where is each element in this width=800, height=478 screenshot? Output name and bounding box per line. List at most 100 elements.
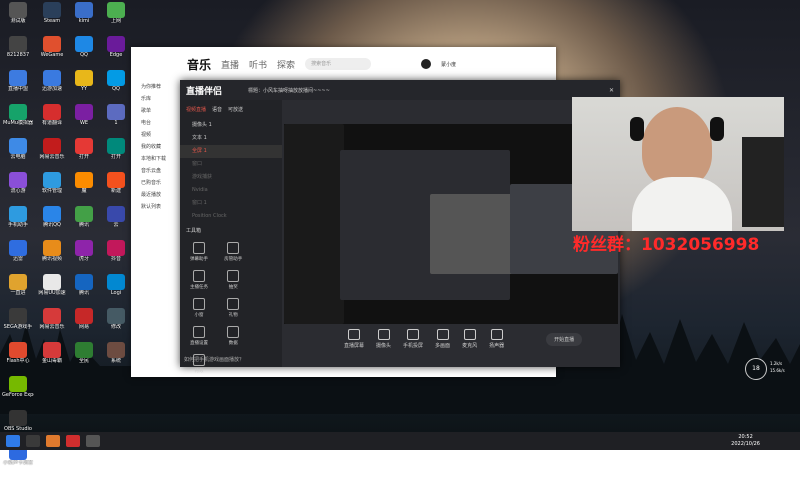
camera-button[interactable]: 摄像头 (376, 329, 391, 349)
start-button[interactable] (6, 435, 20, 447)
sidebar-item[interactable]: 我的收藏 (131, 141, 179, 153)
multi-view-button[interactable]: 多画面 (435, 329, 450, 349)
desktop-icon[interactable]: 新建 (100, 172, 132, 202)
tool-button[interactable]: 主播任务 (184, 270, 214, 290)
start-live-button[interactable]: 开始直播 (546, 332, 583, 346)
tab-video[interactable]: 视频直播 (186, 106, 206, 113)
desktop-icon[interactable]: 网易UU加速 (36, 274, 68, 304)
desktop-icon[interactable]: 云 (100, 206, 132, 236)
music-tab[interactable]: 直播 (221, 58, 239, 71)
music-tab[interactable]: 探索 (277, 58, 295, 71)
desktop-icon[interactable]: kimi (68, 2, 100, 32)
desktop-icon[interactable]: QQ (68, 36, 100, 66)
desktop-icon[interactable]: SEGA游戏手 (2, 308, 34, 338)
desktop-icon[interactable]: YY (68, 70, 100, 100)
desktop-icon[interactable]: 有道翻译 (36, 104, 68, 134)
desktop-icon[interactable]: Edge (100, 36, 132, 66)
desktop-icon[interactable]: 金山毒霸 (36, 342, 68, 372)
music-search-input[interactable]: 搜索音乐 (305, 58, 372, 70)
desktop-icon[interactable]: QQ (100, 70, 132, 100)
desktop-icon[interactable]: Steam (36, 2, 68, 32)
taskbar-app[interactable] (46, 435, 60, 447)
desktop-icon[interactable]: 腾讯 (68, 274, 100, 304)
sidebar-item[interactable]: 本地和下载 (131, 153, 179, 165)
scene-item[interactable]: 文本 1 (180, 132, 282, 145)
scene-item[interactable]: 摄像头 1 (180, 119, 282, 132)
desktop-icon[interactable]: 打开 (100, 138, 132, 168)
tool-button[interactable]: 抽奖 (218, 270, 248, 290)
sidebar-item[interactable]: 电台 (131, 117, 179, 129)
desktop-icon[interactable]: 上网 (100, 2, 132, 32)
app-icon (43, 342, 61, 358)
tool-button[interactable]: 直播设置 (184, 326, 214, 346)
desktop-icon[interactable]: WE (68, 104, 100, 134)
desktop-icon[interactable]: 修改 (100, 308, 132, 338)
scene-item[interactable]: 窗口 1 (180, 197, 282, 210)
desktop-icon[interactable]: 网易云音乐 (36, 308, 68, 338)
speaker-button[interactable]: 扬声器 (489, 329, 504, 349)
sidebar-item[interactable]: 音乐云盘 (131, 165, 179, 177)
desktop-icon[interactable]: 腾讯QQ (36, 206, 68, 236)
desktop-icon[interactable]: 系统 (100, 342, 132, 372)
tool-button[interactable]: 数据 (218, 326, 248, 346)
sidebar-item[interactable]: 乐库 (131, 93, 179, 105)
sidebar-item[interactable]: 视频 (131, 129, 179, 141)
screen-button[interactable]: 直播屏幕 (344, 329, 364, 349)
music-tab[interactable]: 音乐 (187, 56, 211, 73)
desktop-icon[interactable]: 测试版 (2, 2, 34, 32)
desktop-icon[interactable]: 抖音 (100, 240, 132, 270)
desktop-icon[interactable]: 手机助手 (2, 206, 34, 236)
taskbar-app[interactable] (86, 435, 100, 447)
tab-voice[interactable]: 语音 (212, 106, 222, 113)
desktop-icon[interactable]: 流心游 (2, 172, 34, 202)
desktop-icon[interactable]: 全民 (68, 342, 100, 372)
desktop-icon[interactable]: 云电脑 (2, 138, 34, 168)
close-icon[interactable]: ✕ (609, 87, 614, 94)
sidebar-item[interactable]: 歌单 (131, 105, 179, 117)
phone-cast-button[interactable]: 手机投屏 (403, 329, 423, 349)
desktop-icon[interactable]: 网易 (68, 308, 100, 338)
desktop-icon[interactable]: Logi (100, 274, 132, 304)
sidebar-item[interactable]: 默认列表 (131, 201, 179, 213)
desktop-icon[interactable]: 打开 (68, 138, 100, 168)
fans-group-text: 粉丝群：1032056998 (573, 235, 760, 255)
desktop-icon[interactable]: 直播中盟 (2, 70, 34, 100)
desktop-icon[interactable]: 网易云音乐 (36, 138, 68, 168)
tab-cast[interactable]: 可放送 (228, 106, 243, 113)
tool-button[interactable]: 礼物 (218, 298, 248, 318)
taskbar-app[interactable] (66, 435, 80, 447)
scene-item[interactable]: Nvidia (180, 184, 282, 197)
sidebar-item[interactable]: 已购音乐 (131, 177, 179, 189)
clock[interactable]: 20:52 2022/10/26 (731, 434, 760, 448)
desktop-icon[interactable]: 一直进 (2, 274, 34, 304)
scene-item[interactable]: 全屏 1 (180, 145, 282, 158)
cpu-meter[interactable]: 18 (745, 358, 767, 380)
notice-text[interactable]: 如何把手机游戏画面播放？ (184, 356, 244, 363)
desktop-icon[interactable]: 软件管理 (36, 172, 68, 202)
desktop-icon[interactable]: 1 (100, 104, 132, 134)
desktop-icon[interactable]: WeGame (36, 36, 68, 66)
desktop-icon[interactable]: 8212837 (2, 36, 34, 66)
desktop-icon[interactable]: 虎牙 (68, 240, 100, 270)
scene-item[interactable]: 游戏捕获 (180, 171, 282, 184)
sidebar-item[interactable]: 为你推荐 (131, 81, 179, 93)
tool-button[interactable]: 小窗 (184, 298, 214, 318)
desktop-icon[interactable]: MuMu模拟器 (2, 104, 34, 134)
desktop-icon[interactable]: GeForce Experience (2, 376, 34, 406)
mic-button[interactable]: 麦克风 (462, 329, 477, 349)
room-title[interactable]: 標題：小风车抽呀抽放放播间~~~~ (248, 87, 330, 94)
scene-item[interactable]: Position Clock (180, 210, 282, 223)
tool-button[interactable]: 房管助手 (218, 242, 248, 262)
desktop-icon[interactable]: 迅游加速 (36, 70, 68, 100)
music-tab[interactable]: 听书 (249, 58, 267, 71)
desktop-icon[interactable]: 迅雷 (2, 240, 34, 270)
desktop-icon[interactable]: Flash中心 (2, 342, 34, 372)
sidebar-item[interactable]: 最近播放 (131, 189, 179, 201)
taskbar-app[interactable] (26, 435, 40, 447)
avatar[interactable] (421, 59, 432, 69)
desktop-icon[interactable]: 腾讯视频 (36, 240, 68, 270)
desktop-icon[interactable]: 腾讯 (68, 206, 100, 236)
scene-item[interactable]: 窗口 (180, 158, 282, 171)
tool-button[interactable]: 弹幕助手 (184, 242, 214, 262)
desktop-icon[interactable]: 魔 (68, 172, 100, 202)
